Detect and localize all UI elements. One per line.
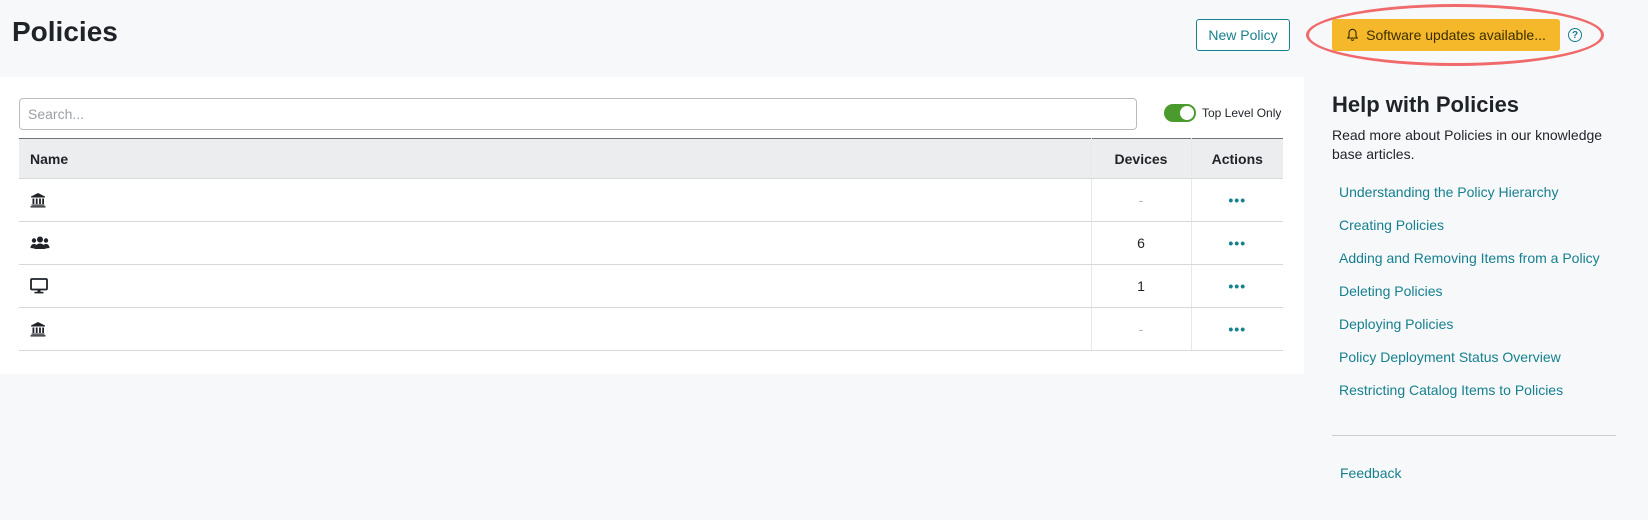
institution-icon xyxy=(30,193,46,208)
desktop-icon xyxy=(30,278,48,294)
column-header-name[interactable]: Name xyxy=(19,138,1091,179)
help-link-policy-hierarchy[interactable]: Understanding the Policy Hierarchy xyxy=(1332,184,1558,200)
help-title: Help with Policies xyxy=(1332,92,1520,117)
help-divider xyxy=(1332,435,1616,436)
column-header-actions: Actions xyxy=(1190,138,1283,179)
users-icon xyxy=(30,236,50,249)
new-policy-button[interactable]: New Policy xyxy=(1196,19,1290,51)
help-description: Read more about Policies in our knowledg… xyxy=(1332,127,1603,162)
help-icon[interactable]: ? xyxy=(1568,28,1582,42)
search-input[interactable] xyxy=(19,98,1137,130)
help-link-adding-removing-items[interactable]: Adding and Removing Items from a Policy xyxy=(1332,250,1600,266)
device-count: - xyxy=(1090,178,1191,222)
table-row[interactable]: - ••• xyxy=(19,178,1283,222)
software-updates-button[interactable]: Software updates available... xyxy=(1332,19,1560,51)
help-link-deleting-policies[interactable]: Deleting Policies xyxy=(1332,283,1443,299)
actions-menu-button[interactable]: ••• xyxy=(1190,178,1283,222)
toggle-switch[interactable] xyxy=(1164,104,1196,122)
page-title: Policies xyxy=(12,16,118,47)
help-link-deployment-status[interactable]: Policy Deployment Status Overview xyxy=(1332,349,1561,365)
help-panel: Help with Policies Read more about Polic… xyxy=(1332,92,1617,415)
toggle-label: Top Level Only xyxy=(1202,106,1282,120)
actions-menu-button[interactable]: ••• xyxy=(1190,307,1283,351)
actions-menu-button[interactable]: ••• xyxy=(1190,264,1283,308)
table-row[interactable]: - ••• xyxy=(19,307,1283,351)
help-link-deploying-policies[interactable]: Deploying Policies xyxy=(1332,316,1453,332)
policy-table: Name Devices Actions - ••• 6 ••• 1 ••• -… xyxy=(19,138,1283,351)
table-row[interactable]: 6 ••• xyxy=(19,221,1283,265)
table-header-row: Name Devices Actions xyxy=(19,138,1283,179)
table-row[interactable]: 1 ••• xyxy=(19,264,1283,308)
device-count: 1 xyxy=(1090,264,1191,308)
device-count: 6 xyxy=(1090,221,1191,265)
software-updates-label: Software updates available... xyxy=(1366,27,1546,43)
column-header-devices[interactable]: Devices xyxy=(1090,138,1191,179)
policies-panel: Top Level Only Name Devices Actions xyxy=(0,77,1304,374)
help-links-list: Understanding the Policy Hierarchy Creat… xyxy=(1332,184,1617,415)
help-link-creating-policies[interactable]: Creating Policies xyxy=(1332,217,1444,233)
toggle-knob xyxy=(1180,106,1194,120)
device-count: - xyxy=(1090,307,1191,351)
top-level-only-toggle[interactable]: Top Level Only xyxy=(1164,104,1281,122)
actions-menu-button[interactable]: ••• xyxy=(1190,221,1283,265)
help-link-restricting-catalog[interactable]: Restricting Catalog Items to Policies xyxy=(1332,382,1563,398)
feedback-link[interactable]: Feedback xyxy=(1340,465,1401,481)
bell-icon xyxy=(1347,28,1358,41)
institution-icon xyxy=(30,322,46,337)
